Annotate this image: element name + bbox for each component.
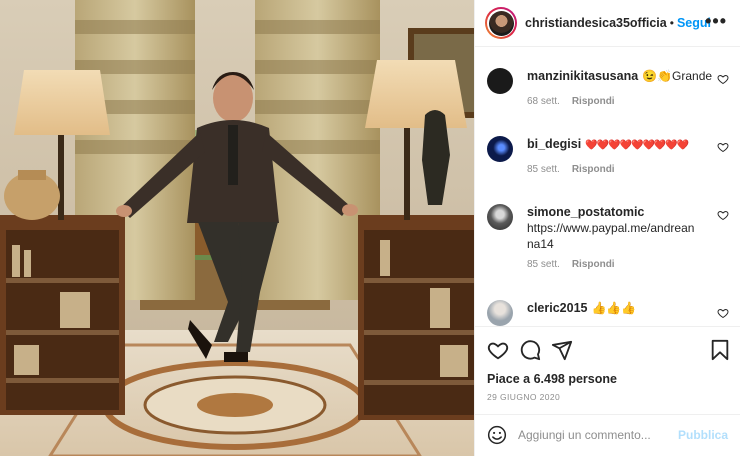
- share-icon[interactable]: [551, 339, 573, 361]
- comment-text: 👍👍👍: [591, 301, 637, 315]
- emoji-icon[interactable]: [487, 425, 507, 445]
- comment-text: 😉👏Grande: [642, 69, 713, 83]
- comment-like-heart-icon[interactable]: [717, 73, 729, 85]
- more-options-icon[interactable]: •••: [705, 12, 727, 30]
- author-avatar[interactable]: [485, 7, 517, 39]
- likes-count[interactable]: Piace a 6.498 persone: [487, 372, 617, 386]
- publish-button[interactable]: Pubblica: [678, 428, 728, 442]
- add-comment-bar: Pubblica: [475, 414, 740, 456]
- bookmark-icon[interactable]: [709, 339, 731, 361]
- post-photo-image: [0, 0, 474, 456]
- comment-username[interactable]: cleric2015: [527, 301, 587, 315]
- action-bar: [485, 339, 731, 363]
- post-date: 29 GIUGNO 2020: [487, 392, 561, 402]
- comment-like-heart-icon[interactable]: [717, 307, 729, 319]
- reply-button[interactable]: Rispondi: [572, 164, 615, 175]
- post-photo[interactable]: [0, 0, 474, 456]
- comment-username[interactable]: manzinikitasusana: [527, 69, 638, 83]
- comment-avatar[interactable]: [487, 300, 513, 326]
- heart-icon[interactable]: [487, 339, 509, 361]
- comment-username[interactable]: bi_degisi: [527, 137, 581, 151]
- comment-username[interactable]: simone_postatomic: [527, 205, 644, 219]
- comment-avatar[interactable]: [487, 68, 513, 94]
- reply-button[interactable]: Rispondi: [572, 259, 615, 270]
- comment-like-heart-icon[interactable]: [717, 141, 729, 153]
- comment-time: 85 sett.: [527, 164, 560, 175]
- comment-text[interactable]: https://www.paypal.me/andreanna14: [527, 221, 694, 251]
- comment-time: 68 sett.: [527, 96, 560, 107]
- header-separator: •: [669, 16, 674, 30]
- comments-list[interactable]: manzinikitasusana 😉👏Grande 68 sett. Rispon…: [475, 48, 740, 326]
- comment-like-heart-icon[interactable]: [717, 209, 729, 221]
- comment-avatar[interactable]: [487, 204, 513, 230]
- comment-time: 85 sett.: [527, 259, 560, 270]
- post-actions-section: Piace a 6.498 persone 29 GIUGNO 2020: [475, 326, 740, 414]
- comment-avatar[interactable]: [487, 136, 513, 162]
- comment-icon[interactable]: [519, 339, 541, 361]
- comment-text: ❤️❤️❤️❤️❤️❤️❤️❤️❤️: [585, 140, 689, 151]
- reply-button[interactable]: Rispondi: [572, 96, 615, 107]
- post-header: christiandesica35officia • Segui •••: [475, 0, 740, 47]
- comment-input[interactable]: [518, 426, 668, 444]
- author-username[interactable]: christiandesica35officia: [525, 16, 667, 30]
- post-side-panel: christiandesica35officia • Segui ••• man…: [474, 0, 740, 456]
